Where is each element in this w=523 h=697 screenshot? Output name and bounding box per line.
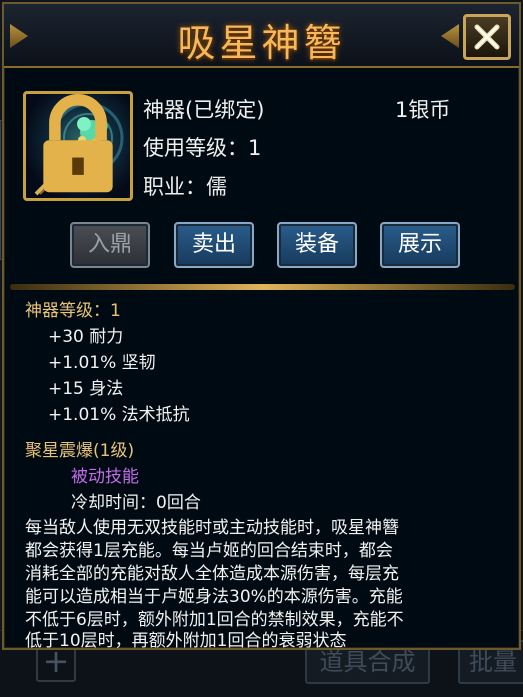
stat-line: +15 身法 [48, 379, 124, 399]
skill-type: 被动技能 [71, 467, 139, 487]
class-requirement: 职业：儒 [143, 175, 227, 199]
artifact-level: 神器等级：1 [25, 301, 121, 321]
item-title: 吸星神簪 [177, 21, 346, 65]
lock-icon [43, 94, 113, 193]
item-icon [23, 91, 133, 201]
skill-cooldown: 冷却时间：0回合 [71, 493, 201, 513]
close-icon [474, 24, 500, 50]
item-price: 1银币 [395, 98, 451, 122]
divider [10, 284, 515, 290]
stat-line: +1.01% 法术抵抗 [48, 405, 190, 425]
show-button[interactable]: 展示 [380, 222, 460, 268]
stat-line: +30 耐力 [48, 327, 124, 347]
skill-desc-line: 低于10层时，再额外附加1回合的衰弱状态 [25, 631, 347, 651]
sell-button[interactable]: 卖出 [174, 222, 254, 268]
level-requirement: 使用等级：1 [143, 136, 262, 160]
enter-cauldron-button[interactable]: 入鼎 [70, 222, 150, 268]
item-category: 神器(已绑定) [143, 98, 265, 122]
item-tooltip: 吸星神簪 神器(已绑定) 1银币 使用等级：1 职业：儒 入鼎 卖出 装备 展示… [2, 2, 521, 651]
stat-line: +1.01% 坚韧 [48, 353, 156, 373]
skill-name: 聚星震爆(1级) [25, 441, 135, 461]
title-bar: 吸星神簪 [4, 4, 519, 68]
equip-button[interactable]: 装备 [277, 222, 357, 268]
close-button[interactable] [463, 14, 511, 60]
